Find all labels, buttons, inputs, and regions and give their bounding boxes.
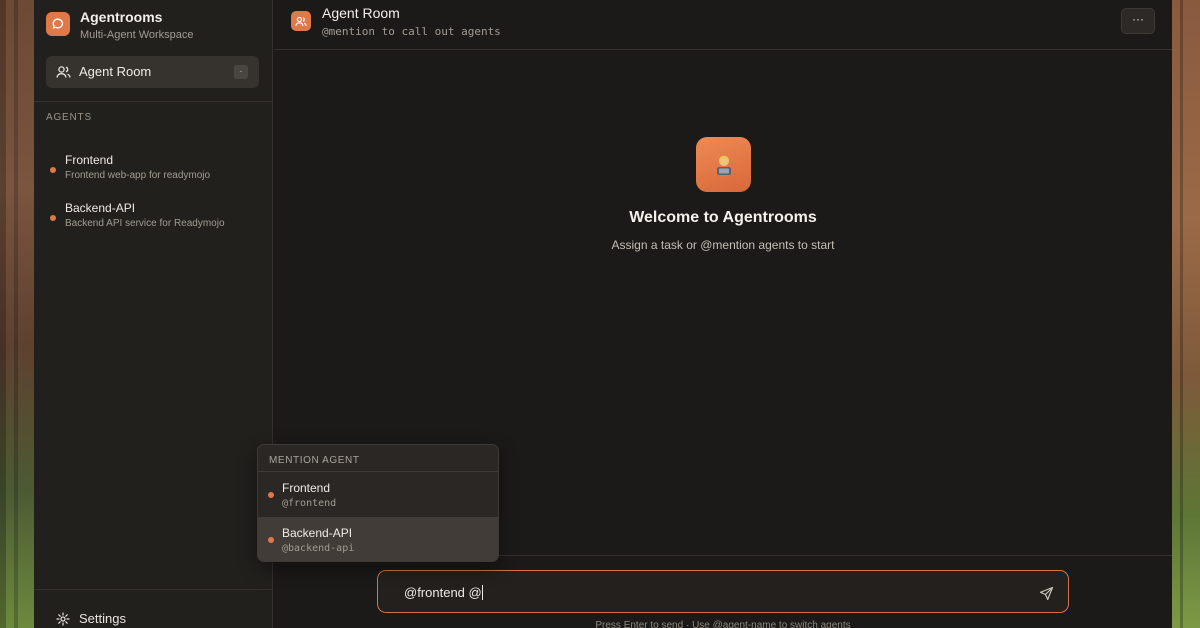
agent-name: Frontend	[65, 153, 114, 167]
settings-label: Settings	[79, 611, 126, 626]
sidebar-agent-frontend[interactable]: Frontend Frontend web-app for readymojo	[46, 153, 261, 191]
users-icon	[56, 65, 71, 84]
room-badge: ·	[234, 65, 248, 79]
sidebar-item-label: Agent Room	[79, 64, 152, 79]
status-dot	[268, 492, 274, 498]
agents-section-label: AGENTS	[46, 112, 92, 123]
backdrop-right	[1172, 0, 1200, 628]
sidebar-item-agent-room[interactable]: Agent Room ·	[46, 56, 259, 88]
status-dot	[50, 167, 56, 173]
mention-popup-heading: MENTION AGENT	[269, 455, 360, 466]
agent-description: Frontend web-app for readymojo	[65, 170, 211, 181]
composer-hint: Press Enter to send · Use @agent-name to…	[595, 620, 851, 628]
message-input-value: @frontend @	[404, 585, 483, 600]
mention-option-handle: @frontend	[282, 498, 337, 509]
gear-icon	[56, 612, 70, 628]
room-header: Agent Room @mention to call out agents ·…	[274, 0, 1172, 50]
page-title: Agent Room	[322, 5, 400, 21]
app-window: Agentrooms Multi-Agent Workspace Agent R…	[34, 0, 1172, 628]
brand-subtitle: Multi-Agent Workspace	[80, 29, 194, 41]
divider	[34, 101, 273, 102]
more-options-button[interactable]: ···	[1121, 8, 1155, 34]
sidebar: Agentrooms Multi-Agent Workspace Agent R…	[34, 0, 273, 628]
mention-option-name: Frontend	[282, 481, 331, 495]
mention-option-handle: @backend-api	[282, 543, 355, 554]
technologist-emoji-icon	[696, 137, 751, 192]
mention-option-name: Backend-API	[282, 526, 353, 540]
message-input[interactable]: @frontend @	[377, 570, 1069, 613]
mention-agent-popup: MENTION AGENT Frontend @frontend Backend…	[257, 444, 499, 562]
page-subtitle: @mention to call out agents	[322, 25, 501, 38]
send-icon[interactable]	[1039, 586, 1054, 606]
users-icon	[291, 11, 311, 31]
backdrop-left	[0, 0, 34, 628]
mention-option-frontend[interactable]: Frontend @frontend	[258, 472, 498, 518]
welcome-subtitle: Assign a task or @mention agents to star…	[611, 238, 835, 252]
mention-option-backend-api[interactable]: Backend-API @backend-api	[258, 517, 498, 561]
brand-title: Agentrooms	[80, 9, 163, 25]
text-caret	[481, 585, 483, 600]
divider	[34, 589, 273, 590]
brand: Agentrooms Multi-Agent Workspace	[46, 9, 266, 49]
agent-name: Backend-API	[65, 201, 136, 215]
sidebar-agent-backend-api[interactable]: Backend-API Backend API service for Read…	[46, 201, 261, 239]
status-dot	[50, 215, 56, 221]
status-dot	[268, 537, 274, 543]
welcome-title: Welcome to Agentrooms	[629, 209, 817, 226]
agent-description: Backend API service for Readymojo	[65, 218, 225, 229]
chat-bubble-icon	[46, 12, 70, 36]
settings-button[interactable]: Settings	[56, 610, 206, 628]
